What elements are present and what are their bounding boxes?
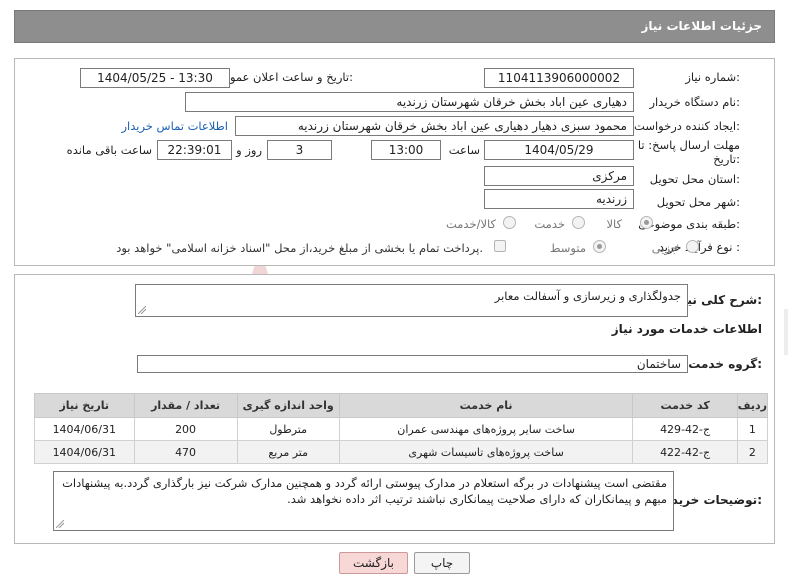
need-number-label: شماره نیاز: <box>685 70 740 84</box>
cell-quantity: 470 <box>133 440 238 464</box>
table-row: 1404/06/31 200 مترطول ساخت سایر پروژه‌ها… <box>34 417 769 441</box>
cell-unit: متر مربع <box>236 440 340 464</box>
summary-text: جدولگذاری و زیرسازی و آسفالت معابر <box>494 289 681 303</box>
cell-service-name: ساخت پروژه‌های تاسیسات شهری <box>338 440 634 464</box>
category-radio-service[interactable] <box>572 216 585 229</box>
col-quantity: تعداد / مقدار <box>133 393 238 418</box>
cell-need-date: 1404/06/31 <box>34 417 135 441</box>
col-unit: واحد اندازه گیری <box>236 393 340 418</box>
process-radio-minor[interactable] <box>686 240 699 253</box>
deadline-date-label: تاریخ: <box>713 152 740 166</box>
category-label: طبقه بندی موضوعی: <box>638 217 740 231</box>
treasury-payment-checkbox[interactable] <box>494 240 506 252</box>
cell-row-number: 1 <box>736 417 769 441</box>
summary-textarea: جدولگذاری و زیرسازی و آسفالت معابر <box>135 284 688 317</box>
process-option-medium: متوسط <box>549 241 586 255</box>
buyer-notes-text: مقتضی است پیشنهادات در برگه استعلام در م… <box>62 476 667 506</box>
category-radio-goods-service[interactable] <box>503 216 516 229</box>
province-field: مرکزی <box>484 166 634 186</box>
resize-handle-icon[interactable] <box>138 306 146 314</box>
treasury-payment-note: پرداخت تمام یا بخشی از مبلغ خرید،از محل … <box>116 241 483 255</box>
col-need-date: تاریخ نیاز <box>34 393 135 418</box>
category-option-goods: کالا <box>606 217 622 231</box>
cell-quantity: 200 <box>133 417 238 441</box>
need-number-field: 1104113906000002 <box>484 68 634 88</box>
summary-label: شرح کلی نیاز: <box>676 293 762 307</box>
need-details-panel <box>14 58 775 266</box>
col-row-number: ردیف <box>736 393 769 418</box>
table-row: 1404/06/31 470 متر مربع ساخت پروژه‌های ت… <box>34 440 769 464</box>
category-option-service: خدمت <box>534 217 565 231</box>
buyer-contact-link[interactable]: اطلاعات تماس خریدار <box>121 119 228 133</box>
cell-unit: مترطول <box>236 417 340 441</box>
deadline-date-field: 1404/05/29 <box>484 140 634 160</box>
buyer-org-field: دهیاری عین اباد بخش خرقان شهرستان زرندیه <box>185 92 634 112</box>
cell-need-date: 1404/06/31 <box>34 440 135 464</box>
services-table: تاریخ نیاز تعداد / مقدار واحد اندازه گیر… <box>34 393 769 464</box>
service-group-field: ساختمان <box>137 355 688 373</box>
print-button[interactable]: چاپ <box>414 552 470 574</box>
province-label: استان محل تحویل: <box>649 172 740 186</box>
process-option-minor: جزیی <box>651 241 678 255</box>
table-header-row: تاریخ نیاز تعداد / مقدار واحد اندازه گیر… <box>34 393 769 418</box>
city-label: شهر محل تحویل: <box>656 195 740 209</box>
buyer-notes-label: توضیحات خریدار: <box>660 493 762 507</box>
service-group-label: گروه خدمت: <box>688 357 762 371</box>
page-title: جزئیات اطلاعات نیاز <box>14 10 775 43</box>
announce-datetime-field: 1404/05/25 - 13:30 <box>80 68 230 88</box>
remaining-time-label: ساعت باقی مانده <box>66 143 152 157</box>
announce-datetime-label: تاریخ و ساعت اعلان عمومی: <box>214 70 353 84</box>
process-radio-medium[interactable] <box>593 240 606 253</box>
deadline-label: مهلت ارسال پاسخ: تا <box>637 138 740 152</box>
creator-field: محمود سبزی دهیار دهیاری عین اباد بخش خرق… <box>235 116 634 136</box>
remaining-time-field: 22:39:01 <box>157 140 232 160</box>
cell-service-code: ج-42-422 <box>632 440 738 464</box>
creator-label: ایجاد کننده درخواست: <box>634 119 740 133</box>
back-button[interactable]: بازگشت <box>339 552 408 574</box>
cell-service-code: ج-42-429 <box>632 417 738 441</box>
city-field: زرندیه <box>484 189 634 209</box>
deadline-time-field: 13:00 <box>371 140 441 160</box>
buyer-notes-textarea: مقتضی است پیشنهادات در برگه استعلام در م… <box>53 471 674 531</box>
col-service-code: کد خدمت <box>632 393 738 418</box>
category-radio-goods[interactable] <box>640 216 653 229</box>
category-option-goods-service: کالا/خدمت <box>445 217 496 231</box>
services-section-title: اطلاعات خدمات مورد نیاز <box>611 322 762 336</box>
deadline-time-label: ساعت <box>448 143 480 157</box>
col-service-name: نام خدمت <box>338 393 634 418</box>
cell-service-name: ساخت سایر پروژه‌های مهندسی عمران <box>338 417 634 441</box>
cell-row-number: 2 <box>736 440 769 464</box>
resize-handle-icon[interactable] <box>56 520 64 528</box>
remaining-days-label: روز و <box>236 143 262 157</box>
remaining-days-field: 3 <box>267 140 332 160</box>
buyer-org-label: نام دستگاه خریدار: <box>649 95 740 109</box>
